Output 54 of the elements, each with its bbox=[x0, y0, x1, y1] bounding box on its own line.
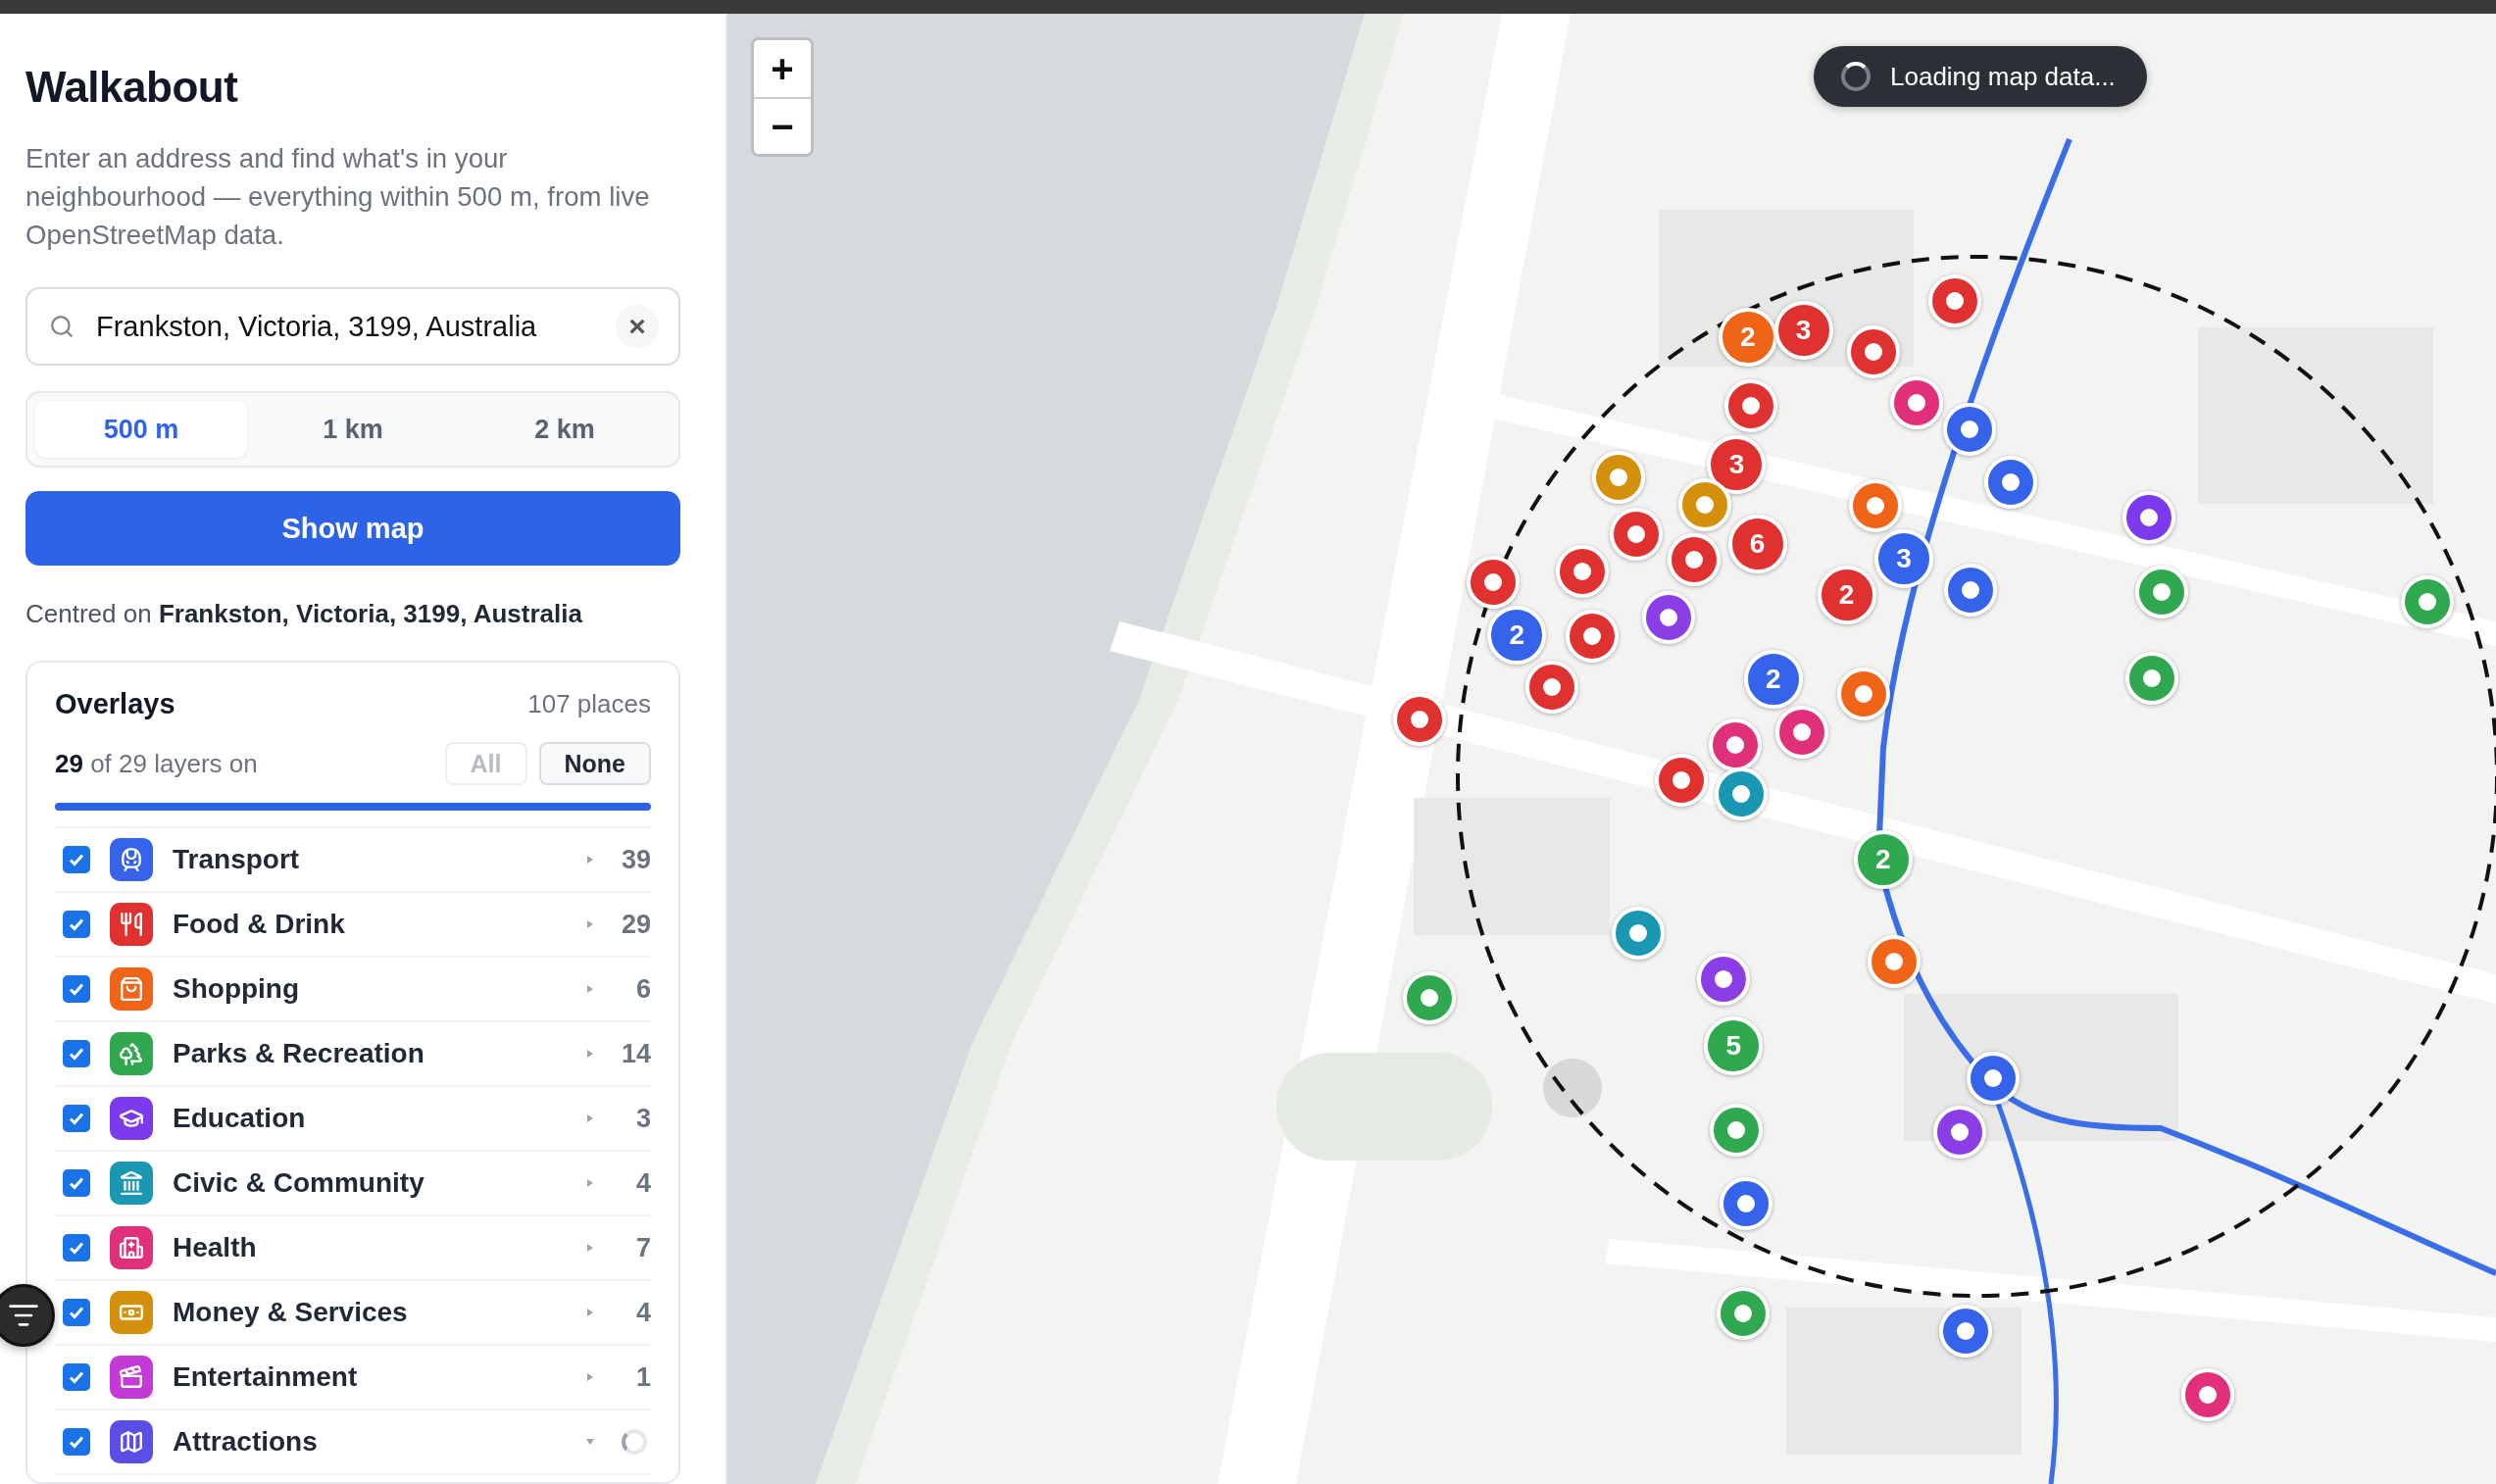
layer-checkbox[interactable] bbox=[63, 975, 90, 1003]
layer-count: 39 bbox=[620, 844, 651, 875]
trees-icon bbox=[119, 1041, 144, 1066]
layers-summary: 29 of 29 layers on bbox=[55, 748, 258, 779]
layer-name: Education bbox=[173, 1103, 307, 1134]
layer-checkbox[interactable] bbox=[63, 1428, 90, 1456]
layer-name: Entertainment bbox=[173, 1361, 359, 1393]
layer-checkbox[interactable] bbox=[63, 1040, 90, 1067]
layer-checkbox[interactable] bbox=[63, 1169, 90, 1197]
layer-checkbox[interactable] bbox=[63, 1234, 90, 1261]
layer-count: 4 bbox=[634, 1297, 651, 1328]
layer-name: Money & Services bbox=[173, 1297, 409, 1328]
layer-count: 14 bbox=[620, 1038, 651, 1069]
map-icon bbox=[119, 1429, 144, 1455]
overlays-title: Overlays bbox=[55, 688, 175, 720]
layer-checkbox[interactable] bbox=[63, 1363, 90, 1391]
layer-count: 3 bbox=[634, 1103, 651, 1134]
loading-text: Loading map data... bbox=[1890, 61, 2116, 92]
layer-name: Health bbox=[173, 1232, 258, 1263]
app-title: Walkabout bbox=[25, 63, 239, 112]
layer-count: 29 bbox=[620, 909, 651, 940]
radius-tab[interactable]: 500 m bbox=[35, 401, 247, 458]
layer-name: Attractions bbox=[173, 1426, 319, 1458]
clapperboard-icon bbox=[119, 1364, 144, 1390]
radius-tab[interactable]: 1 km bbox=[247, 401, 459, 458]
layer-toggle-button[interactable]: None bbox=[538, 742, 651, 785]
layer-name: Parks & Recreation bbox=[173, 1038, 425, 1069]
app-description: Enter an address and find what's in your neighbourhood — everything within 500 m, from live OpenStreetMap data. bbox=[25, 142, 651, 252]
layer-count: 4 bbox=[634, 1167, 651, 1199]
radius-tab[interactable]: 2 km bbox=[459, 401, 671, 458]
places-count: 107 places bbox=[527, 689, 651, 719]
loading-spinner bbox=[1841, 62, 1871, 91]
layer-checkbox[interactable] bbox=[63, 1299, 90, 1326]
hospital-icon bbox=[119, 1235, 144, 1261]
centred-on-text: Centred on Frankston, Victoria, 3199, Australia bbox=[25, 599, 583, 629]
layer-name: Food & Drink bbox=[173, 909, 346, 940]
layer-name: Shopping bbox=[173, 973, 301, 1005]
show-map-button[interactable]: Show map bbox=[25, 491, 680, 566]
building-icon bbox=[119, 1170, 144, 1196]
cutlery-icon bbox=[119, 912, 144, 937]
address-field[interactable]: Frankston, Victoria, 3199, Australia × bbox=[25, 287, 680, 366]
zoom-out-button[interactable]: − bbox=[754, 97, 811, 154]
layer-checkbox[interactable] bbox=[63, 846, 90, 873]
search-icon bbox=[49, 314, 75, 339]
layer-count: 1 bbox=[634, 1361, 651, 1393]
layer-name: Civic & Community bbox=[173, 1167, 425, 1199]
train-icon bbox=[119, 847, 144, 872]
shopping-bag-icon bbox=[119, 976, 144, 1002]
layer-count: 7 bbox=[634, 1232, 651, 1263]
layer-count: 6 bbox=[634, 973, 651, 1005]
layer-name: Transport bbox=[173, 844, 301, 875]
clear-button[interactable]: × bbox=[616, 305, 659, 348]
layer-checkbox[interactable] bbox=[63, 911, 90, 938]
layer-checkbox[interactable] bbox=[63, 1105, 90, 1132]
